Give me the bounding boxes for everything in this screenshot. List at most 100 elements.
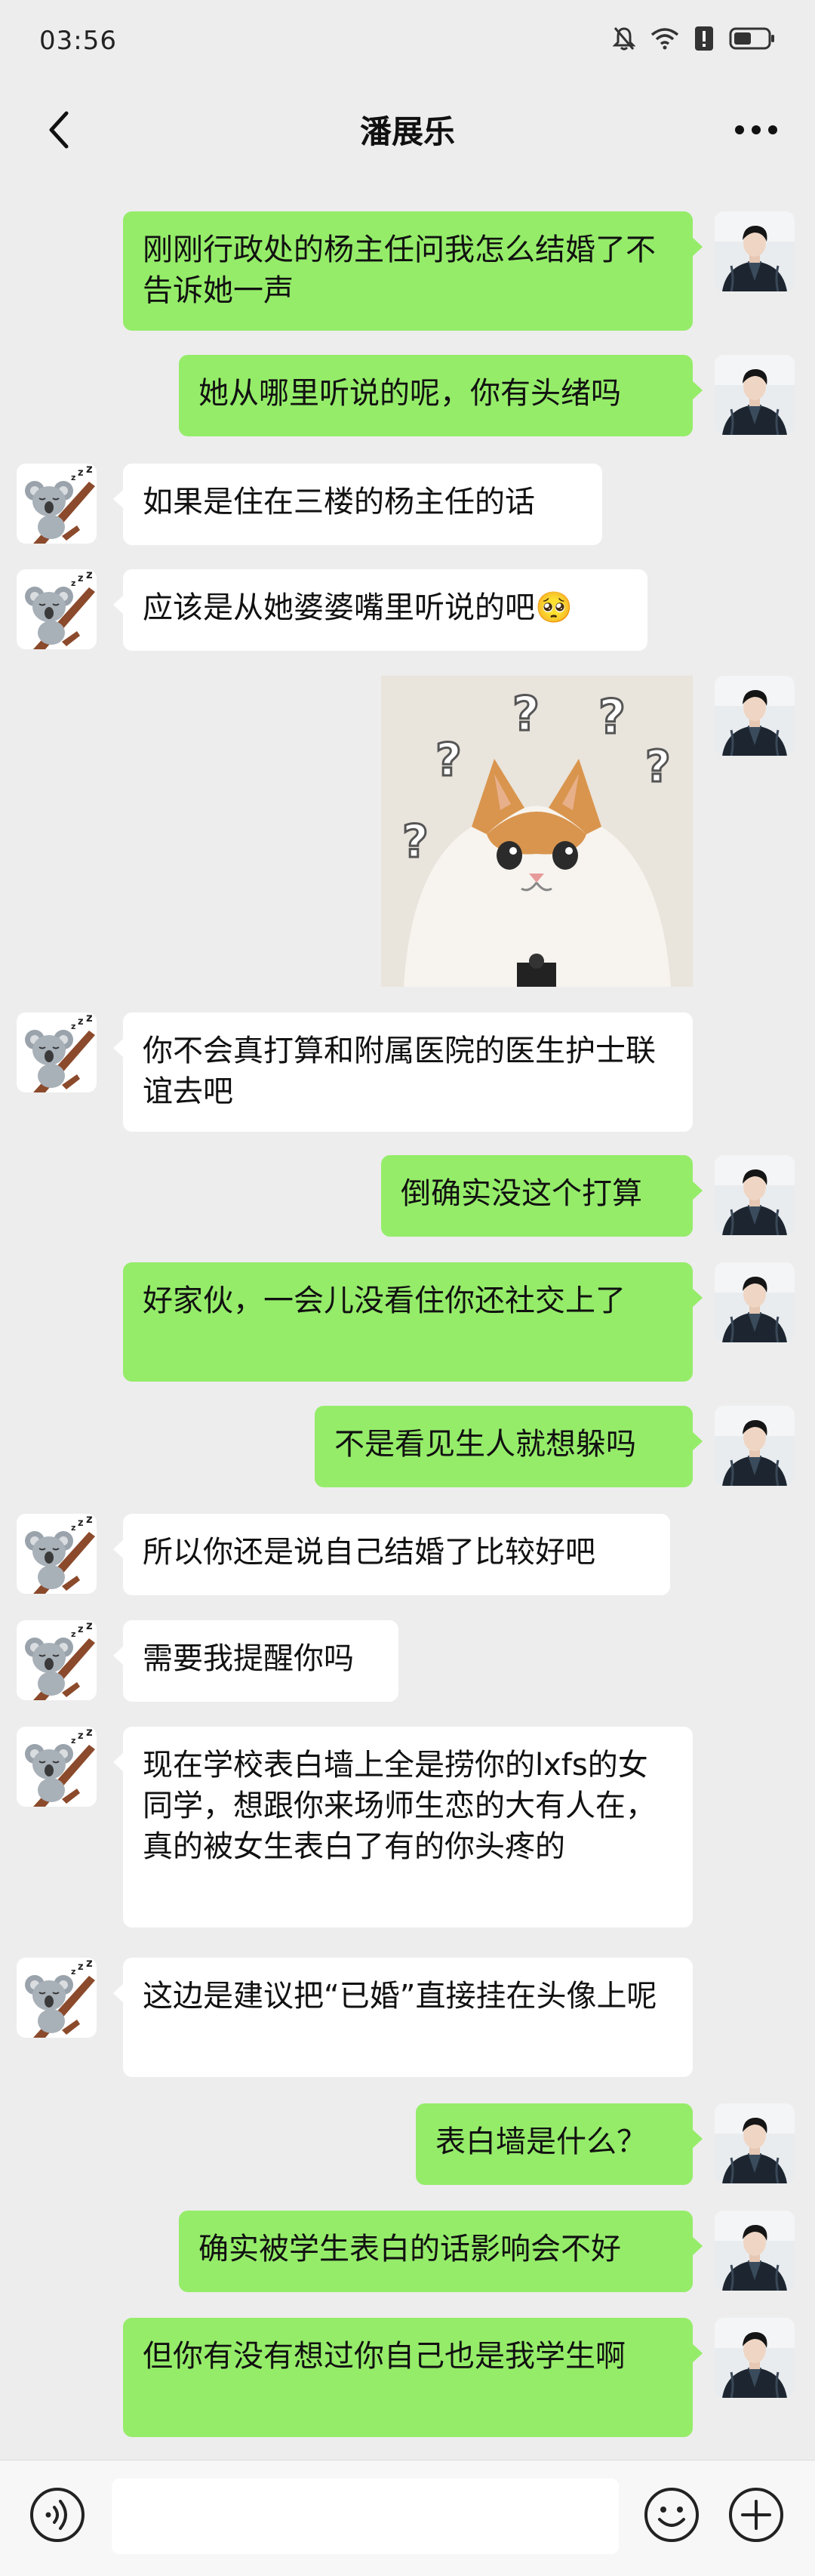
- contact-avatar[interactable]: zzz: [17, 1012, 97, 1092]
- message-row-received: z z z 现在学校表白墙上全是捞你的lxfs的女同学，想跟你来场师生恋的大有人在，真…: [0, 1727, 815, 1927]
- my-avatar[interactable]: [715, 355, 795, 435]
- back-button[interactable]: [21, 96, 97, 164]
- voice-input-icon: [30, 2488, 85, 2542]
- message-bubble[interactable]: 倒确实没这个打算: [381, 1155, 703, 1237]
- man-in-dark-coat-avatar: [715, 1155, 795, 1235]
- message-bubble[interactable]: 刚刚行政处的杨主任问我怎么结婚了不告诉她一声: [123, 211, 703, 331]
- svg-text:z: z: [86, 569, 93, 581]
- svg-text:z: z: [78, 1016, 84, 1028]
- emoji-icon: [644, 2488, 699, 2542]
- message-bubble[interactable]: 你不会真打算和附属医院的医生护士联谊去吧: [113, 1012, 693, 1132]
- svg-text:z: z: [78, 1624, 84, 1635]
- svg-text:z: z: [86, 1958, 93, 1970]
- svg-text:z: z: [71, 1021, 75, 1031]
- status-time: 03:56: [39, 26, 117, 56]
- contact-avatar[interactable]: zzz: [17, 1958, 97, 2038]
- man-in-dark-coat-avatar: [715, 2211, 795, 2291]
- message-row-received: z z z 所以你还是说自己结婚了比较好吧: [0, 1514, 815, 1595]
- my-avatar[interactable]: [715, 2211, 795, 2291]
- sleeping-koala-avatar: zzz: [17, 569, 97, 649]
- message-row-sent: 刚刚行政处的杨主任问我怎么结婚了不告诉她一声: [0, 211, 815, 331]
- message-bubble[interactable]: 现在学校表白墙上全是捞你的lxfs的女同学，想跟你来场师生恋的大有人在，真的被女…: [113, 1727, 693, 1927]
- my-avatar[interactable]: [715, 676, 795, 756]
- man-in-dark-coat-avatar: [715, 211, 795, 291]
- contact-avatar[interactable]: zzz: [17, 464, 97, 544]
- my-avatar[interactable]: [715, 211, 795, 291]
- svg-text:z: z: [78, 1961, 84, 1973]
- message-row-sent: 表白墙是什么？: [0, 2103, 815, 2185]
- message-row-received: z z z 这边是建议把“已婚”直接挂在头像上呢: [0, 1958, 815, 2077]
- message-row-sent: 好家伙，一会儿没看住你还社交上了: [0, 1262, 815, 1382]
- chat-header: 潘展乐: [0, 87, 815, 177]
- my-avatar[interactable]: [715, 1155, 795, 1235]
- svg-text:?: ?: [435, 734, 462, 787]
- confused-cat-sticker: ?????: [381, 676, 693, 987]
- message-bubble[interactable]: 这边是建议把“已婚”直接挂在头像上呢: [113, 1958, 693, 2077]
- sleeping-koala-avatar: zzz: [17, 1958, 97, 2038]
- svg-text:z: z: [86, 1727, 93, 1739]
- sleeping-koala-avatar: zzz: [17, 1620, 97, 1700]
- message-bubble[interactable]: 确实被学生表白的话影响会不好: [179, 2211, 703, 2292]
- my-avatar[interactable]: [715, 1406, 795, 1486]
- svg-text:z: z: [78, 573, 84, 584]
- emoji-button[interactable]: [643, 2486, 700, 2544]
- message-bubble[interactable]: 她从哪里听说的呢，你有头绪吗: [179, 355, 703, 436]
- plus-icon: [729, 2488, 783, 2542]
- message-bubble[interactable]: 表白墙是什么？: [416, 2103, 703, 2185]
- message-row-sent: 但你有没有想过你自己也是我学生啊: [0, 2318, 815, 2437]
- my-avatar[interactable]: [715, 2318, 795, 2398]
- message-row-received: z z z 如果是住在三楼的杨主任的话: [0, 464, 815, 545]
- svg-text:z: z: [71, 473, 75, 482]
- svg-text:z: z: [71, 1967, 75, 1977]
- more-options-button[interactable]: [718, 96, 794, 164]
- man-in-dark-coat-avatar: [715, 2318, 795, 2398]
- wifi-icon: [650, 28, 679, 50]
- message-row-sent: 确实被学生表白的话影响会不好: [0, 2211, 815, 2292]
- svg-text:z: z: [71, 1523, 75, 1533]
- message-row-received: z z z 应该是从她婆婆嘴里听说的吧🥺: [0, 569, 815, 651]
- message-row-sent: 倒确实没这个打算: [0, 1155, 815, 1237]
- message-row-received: z z z 你不会真打算和附属医院的医生护士联谊去吧: [0, 1012, 815, 1132]
- my-avatar[interactable]: [715, 1262, 795, 1342]
- svg-text:?: ?: [598, 689, 626, 744]
- sticker-message[interactable]: ?????: [381, 676, 693, 987]
- plus-button[interactable]: [727, 2486, 785, 2544]
- my-avatar[interactable]: [715, 2103, 795, 2183]
- svg-text:z: z: [71, 1629, 75, 1639]
- voice-button[interactable]: [29, 2486, 86, 2544]
- sleeping-koala-avatar: zzz: [17, 1514, 97, 1594]
- message-bubble[interactable]: 不是看见生人就想躲吗: [315, 1406, 703, 1487]
- sleeping-koala-avatar: zzz: [17, 464, 97, 544]
- man-in-dark-coat-avatar: [715, 355, 795, 435]
- chat-title: 潘展乐: [359, 113, 455, 150]
- svg-text:z: z: [78, 467, 84, 479]
- contact-avatar[interactable]: zzz: [17, 569, 97, 649]
- svg-text:z: z: [78, 1730, 84, 1742]
- message-bubble[interactable]: 需要我提醒你吗: [113, 1620, 398, 1702]
- svg-text:?: ?: [645, 741, 671, 792]
- status-bar: 03:56: [0, 0, 815, 87]
- message-bubble[interactable]: 应该是从她婆婆嘴里听说的吧🥺: [113, 569, 647, 651]
- contact-avatar[interactable]: zzz: [17, 1727, 97, 1807]
- message-bubble[interactable]: 所以你还是说自己结婚了比较好吧: [113, 1514, 670, 1595]
- message-row-sent: 不是看见生人就想躲吗: [0, 1406, 815, 1487]
- back-arrow-icon: [49, 111, 69, 149]
- more-options-icon: [735, 125, 777, 134]
- svg-text:?: ?: [402, 815, 429, 868]
- message-input[interactable]: [112, 2479, 619, 2554]
- svg-text:z: z: [86, 464, 93, 476]
- input-bar: [0, 2460, 815, 2576]
- contact-avatar[interactable]: zzz: [17, 1514, 97, 1594]
- man-in-dark-coat-avatar: [715, 2103, 795, 2183]
- mute-icon: [613, 27, 635, 51]
- message-bubble[interactable]: 如果是住在三楼的杨主任的话: [113, 464, 602, 545]
- message-bubble[interactable]: 好家伙，一会儿没看住你还社交上了: [123, 1262, 703, 1382]
- message-bubble[interactable]: 但你有没有想过你自己也是我学生啊: [123, 2318, 703, 2437]
- alert-icon: [695, 26, 713, 51]
- contact-avatar[interactable]: zzz: [17, 1620, 97, 1700]
- man-in-dark-coat-avatar: [715, 1406, 795, 1486]
- message-row-sent: ?????: [0, 676, 815, 987]
- status-icons: [613, 26, 776, 51]
- svg-text:z: z: [86, 1514, 93, 1526]
- sleeping-koala-avatar: zzz: [17, 1012, 97, 1092]
